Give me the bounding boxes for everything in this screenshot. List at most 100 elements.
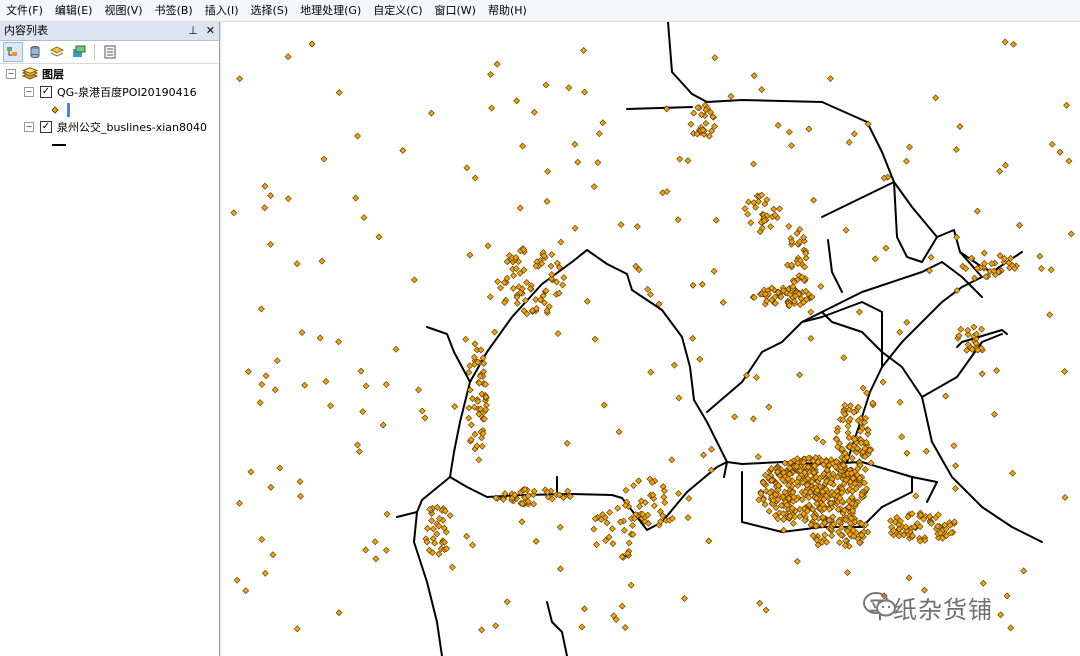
poi-marker [600, 401, 608, 409]
tree-row-layer-poi[interactable]: − ✓ QG-泉港百度POI20190416 [24, 84, 197, 100]
poi-marker [521, 297, 529, 304]
poi-points-layer [230, 38, 1075, 634]
poi-marker [1016, 221, 1023, 229]
poi-marker [429, 525, 437, 533]
poi-marker [836, 539, 843, 546]
collapse-icon[interactable]: − [6, 69, 16, 79]
poi-marker [563, 439, 571, 447]
poi-marker [293, 260, 301, 268]
poi-marker [1067, 230, 1075, 238]
menu-file[interactable]: 文件(F) [0, 0, 49, 21]
poi-marker [467, 421, 475, 429]
poi-marker [956, 123, 964, 130]
poi-marker [762, 606, 770, 614]
poi-marker [1061, 494, 1069, 501]
poi-marker [741, 205, 749, 213]
poi-marker [478, 626, 486, 634]
bus-lines-layer [396, 22, 1043, 656]
collapse-icon[interactable]: − [24, 87, 34, 97]
poi-marker [630, 482, 637, 489]
poi-marker [727, 92, 735, 100]
poi-marker [327, 402, 334, 410]
pin-icon[interactable]: ⊥ [188, 22, 198, 40]
poi-marker [844, 429, 852, 437]
poi-marker [484, 242, 492, 250]
poi-marker [675, 490, 682, 497]
poi-marker [793, 557, 801, 565]
poi-marker [509, 284, 517, 292]
drawing-order-icon[interactable] [3, 42, 23, 62]
poi-marker [354, 132, 361, 140]
poi-marker [978, 370, 986, 378]
poi-marker [548, 271, 556, 279]
poi-marker [519, 142, 527, 150]
layer-name[interactable]: 泉州公交_buslines-xian8040 [57, 119, 207, 135]
poi-marker [410, 276, 418, 284]
tree-row-layers-root[interactable]: − 图层 [6, 66, 64, 82]
layer-visibility-checkbox[interactable]: ✓ [40, 86, 52, 98]
poi-marker [574, 158, 582, 166]
poi-marker [996, 167, 1004, 175]
menu-insert[interactable]: 插入(I) [199, 0, 245, 21]
collapse-icon[interactable]: − [24, 122, 34, 132]
poi-marker [660, 493, 668, 501]
menu-view[interactable]: 视图(V) [98, 0, 148, 21]
poi-marker [375, 233, 383, 241]
poi-marker [491, 328, 499, 336]
layer-visibility-checkbox[interactable]: ✓ [40, 121, 52, 133]
toc-title-bar: 内容列表 ⊥ ✕ [0, 22, 219, 41]
poi-marker [284, 53, 292, 61]
poi-marker [230, 209, 238, 217]
poi-marker [359, 408, 367, 416]
menu-customize[interactable]: 自定义(C) [367, 0, 428, 21]
poi-marker [233, 576, 241, 584]
menu-geoprocessing[interactable]: 地理处理(G) [294, 0, 367, 21]
tree-row-layer-buslines[interactable]: − ✓ 泉州公交_buslines-xian8040 [24, 119, 207, 135]
poi-marker [807, 335, 815, 342]
menu-windows[interactable]: 窗口(W) [429, 0, 482, 21]
menu-selection[interactable]: 选择(S) [245, 0, 295, 21]
poi-marker [636, 503, 643, 510]
poi-marker [471, 430, 479, 438]
poi-marker [565, 84, 573, 92]
poi-marker [805, 125, 813, 133]
poi-marker [284, 195, 292, 203]
map-svg[interactable] [222, 22, 1080, 656]
menu-help[interactable]: 帮助(H) [482, 0, 533, 21]
poi-marker [320, 155, 328, 163]
visibility-icon[interactable] [47, 42, 67, 62]
poi-marker [689, 281, 697, 289]
map-canvas[interactable]: 平纸杂货铺 [222, 22, 1080, 656]
poi-marker [685, 495, 693, 502]
poi-marker [647, 368, 655, 376]
options-icon[interactable] [100, 42, 120, 62]
line-symbol-icon [52, 144, 66, 146]
poi-marker [261, 204, 269, 212]
poi-marker [755, 198, 762, 205]
poi-marker [382, 546, 390, 554]
poi-marker [543, 197, 551, 205]
poi-marker [1001, 38, 1009, 46]
poi-marker [335, 89, 343, 97]
layer-name[interactable]: QG-泉港百度POI20190416 [57, 84, 197, 100]
poi-marker [964, 326, 972, 334]
poi-marker [855, 308, 863, 316]
poi-marker [276, 464, 284, 472]
selection-icon[interactable] [69, 42, 89, 62]
poi-marker [661, 499, 669, 506]
poi-marker [991, 410, 998, 418]
menu-bookmarks[interactable]: 书签(B) [149, 0, 199, 21]
poi-marker [903, 318, 911, 326]
source-icon[interactable] [25, 42, 45, 62]
poi-marker [590, 183, 598, 191]
poi-marker [261, 182, 269, 190]
poi-marker [513, 97, 521, 105]
poi-marker [942, 392, 950, 400]
close-icon[interactable]: ✕ [206, 22, 215, 40]
poi-marker [689, 334, 697, 342]
menu-bar: 文件(F) 编辑(E) 视图(V) 书签(B) 插入(I) 选择(S) 地理处理… [0, 0, 1080, 22]
poi-marker [700, 451, 707, 459]
poi-marker [258, 536, 266, 543]
menu-edit[interactable]: 编辑(E) [49, 0, 99, 21]
poi-marker [418, 407, 426, 415]
